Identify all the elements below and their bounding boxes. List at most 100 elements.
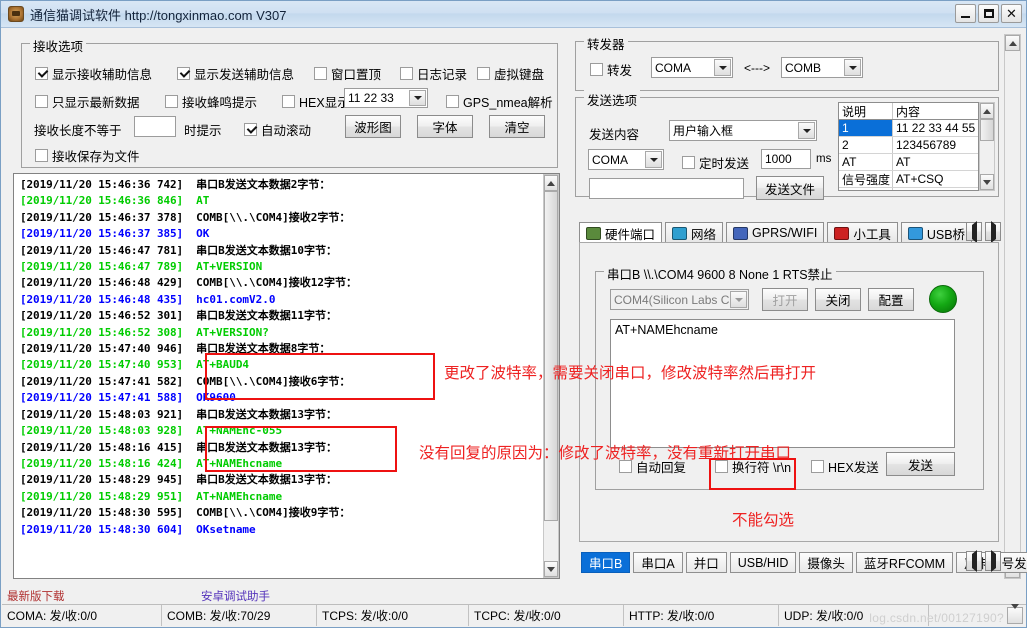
serial-port-select[interactable]: COM4(Silicon Labs CP2 (610, 289, 749, 310)
checkbox-hex-display[interactable]: HEX显示 (282, 92, 350, 111)
device-tabs-scroll-right[interactable] (985, 222, 1001, 241)
macro-table-row[interactable]: 1 11 22 33 44 55 (839, 120, 978, 137)
device-tab-antenna[interactable]: GPRS/WIFI (726, 222, 825, 244)
device-tab-usb[interactable]: USB桥 (900, 222, 973, 244)
checkbox-recv-beep[interactable]: 接收蜂鸣提示 (165, 92, 257, 111)
device-tab-network[interactable]: 网络 (665, 222, 724, 244)
checkbox-gps-nmea[interactable]: GPS_nmea解析 (446, 92, 553, 111)
macro-name-cell[interactable]: 2 (839, 137, 893, 153)
waveform-button[interactable]: 波形图 (345, 115, 401, 138)
macro-table-row[interactable]: 信号强度 AT+CSQ (839, 171, 978, 188)
statusbar-scroll-down[interactable] (1007, 607, 1023, 624)
timed-send-interval-input[interactable] (761, 149, 811, 169)
macro-name-cell[interactable] (839, 188, 893, 190)
scroll-up-icon[interactable] (544, 175, 558, 191)
chevron-right-icon (991, 554, 996, 568)
serial-config-button[interactable]: 配置 (868, 288, 914, 311)
checkbox-autoscroll[interactable]: 自动滚动 (244, 120, 311, 139)
send-port-combo[interactable]: COMA (588, 149, 664, 170)
close-button[interactable]: ✕ (1001, 4, 1022, 23)
bottom-tab-串口A[interactable]: 串口A (633, 552, 683, 573)
scroll-down-icon[interactable] (980, 174, 994, 190)
recv-length-suffix-label: 时提示 (184, 124, 222, 138)
send-file-path-input[interactable] (589, 178, 744, 199)
macro-table-row[interactable] (839, 188, 978, 190)
network-icon (672, 226, 688, 240)
send-port-value: COMA (592, 152, 628, 167)
macro-content-cell[interactable] (893, 188, 978, 190)
macro-content-cell[interactable]: 11 22 33 44 55 (893, 120, 978, 136)
serial-close-button[interactable]: 关闭 (815, 288, 861, 311)
link-android-debug-helper[interactable]: 安卓调试助手 (201, 588, 270, 604)
bottom-tab-摄像头[interactable]: 摄像头 (799, 552, 853, 573)
checkbox-label: 日志记录 (417, 68, 468, 82)
send-button[interactable]: 发送 (886, 452, 955, 476)
checkbox-log-record[interactable]: 日志记录 (400, 64, 467, 83)
bottom-tab-USB/HID[interactable]: USB/HID (729, 552, 797, 573)
chevron-down-icon[interactable] (645, 151, 662, 168)
device-tabs-scroll-buttons[interactable] (966, 222, 1001, 241)
log-timestamp: [2019/11/20 15:46:37 378] (20, 210, 184, 224)
device-tab-serial-board[interactable]: 硬件端口 (579, 222, 663, 244)
chevron-down-icon[interactable] (409, 90, 426, 106)
scroll-thumb[interactable] (980, 119, 994, 141)
device-tab-strip[interactable]: 硬件端口 网络 GPRS/WIFI 小工具 USB桥 (579, 220, 999, 244)
checkbox-latest-only[interactable]: 只显示最新数据 (35, 92, 140, 111)
right-panel-scrollbar[interactable] (1004, 34, 1021, 579)
send-file-button[interactable]: 发送文件 (756, 176, 824, 200)
bottom-tabs-scroll-right[interactable] (985, 551, 1001, 571)
bottom-tab-串口B[interactable]: 串口B (581, 552, 631, 573)
serial-open-button[interactable]: 打开 (762, 288, 808, 311)
maximize-button[interactable] (978, 4, 999, 23)
log-message: OKsetname (196, 522, 256, 536)
checkbox-window-top[interactable]: 窗口置顶 (314, 64, 381, 83)
checkbox-virtual-keyboard[interactable]: 虚拟键盘 (477, 64, 544, 83)
checkbox-timed-send[interactable]: 定时发送 (682, 153, 749, 172)
checkbox-show-send-aux[interactable]: 显示发送辅助信息 (177, 64, 294, 83)
link-latest-download[interactable]: 最新版下载 (7, 588, 65, 604)
macro-content-cell[interactable]: 123456789 (893, 137, 978, 153)
log-timestamp: [2019/11/20 15:48:30 604] (20, 522, 184, 536)
hex-display-combo[interactable]: 11 22 33 (344, 88, 428, 108)
chevron-down-icon[interactable] (714, 59, 731, 76)
font-button[interactable]: 字体 (417, 115, 473, 138)
clear-button[interactable]: 清空 (489, 115, 545, 138)
log-timestamp: [2019/11/20 15:46:52 301] (20, 309, 184, 323)
chevron-down-icon[interactable] (844, 59, 861, 76)
macro-name-cell[interactable]: 1 (839, 120, 893, 136)
scroll-up-icon[interactable] (1005, 35, 1020, 51)
log-timestamp: [2019/11/20 15:46:48 429] (20, 276, 184, 290)
chevron-down-icon[interactable] (798, 122, 815, 139)
macro-content-cell[interactable]: AT+CSQ (893, 171, 978, 187)
bottom-tabs-scroll-left[interactable] (966, 551, 982, 571)
macro-table-scrollbar[interactable] (979, 102, 995, 191)
repeater-source-combo[interactable]: COMA (651, 57, 733, 78)
macro-table-row[interactable]: AT AT (839, 154, 978, 171)
checkbox-hex-send[interactable]: HEX发送 (811, 457, 879, 476)
chevron-down-icon[interactable] (730, 291, 747, 308)
macro-name-cell[interactable]: AT (839, 154, 893, 170)
bottom-tabs-scroll-buttons[interactable] (966, 551, 1001, 571)
send-text-area[interactable]: AT+NAMEhcname (610, 319, 955, 448)
log-timestamp: [2019/11/20 15:46:37 385] (20, 227, 184, 241)
recv-length-input[interactable] (134, 116, 176, 137)
bottom-tab-并口[interactable]: 并口 (685, 552, 727, 573)
checkbox-forward[interactable]: 转发 (590, 60, 632, 79)
macro-content-cell[interactable]: AT (893, 154, 978, 170)
repeater-target-combo[interactable]: COMB (781, 57, 863, 78)
log-timestamp: [2019/11/20 15:46:47 789] (20, 260, 184, 274)
macro-table[interactable]: 说明 内容 1 11 22 33 44 55 2 123456789 AT AT 信号强度 AT+… (838, 102, 979, 191)
scroll-thumb[interactable] (544, 191, 558, 521)
bottom-tab-蓝牙RFCOMM[interactable]: 蓝牙RFCOMM (855, 552, 954, 573)
device-tab-toolbox[interactable]: 小工具 (827, 222, 898, 244)
bottom-tab-strip[interactable]: 串口B串口A并口USB/HID摄像头蓝牙RFCOMM声卡信号发 (581, 550, 1027, 573)
scroll-up-icon[interactable] (980, 103, 994, 119)
send-content-combo[interactable]: 用户输入框 (669, 120, 817, 141)
checkbox-show-recv-aux[interactable]: 显示接收辅助信息 (35, 64, 152, 83)
checkbox-save-to-file[interactable]: 接收保存为文件 (35, 146, 140, 165)
minimize-button[interactable] (955, 4, 976, 23)
device-tabs-scroll-left[interactable] (966, 222, 982, 241)
scroll-down-icon[interactable] (544, 561, 558, 577)
macro-name-cell[interactable]: 信号强度 (839, 171, 893, 187)
macro-table-row[interactable]: 2 123456789 (839, 137, 978, 154)
